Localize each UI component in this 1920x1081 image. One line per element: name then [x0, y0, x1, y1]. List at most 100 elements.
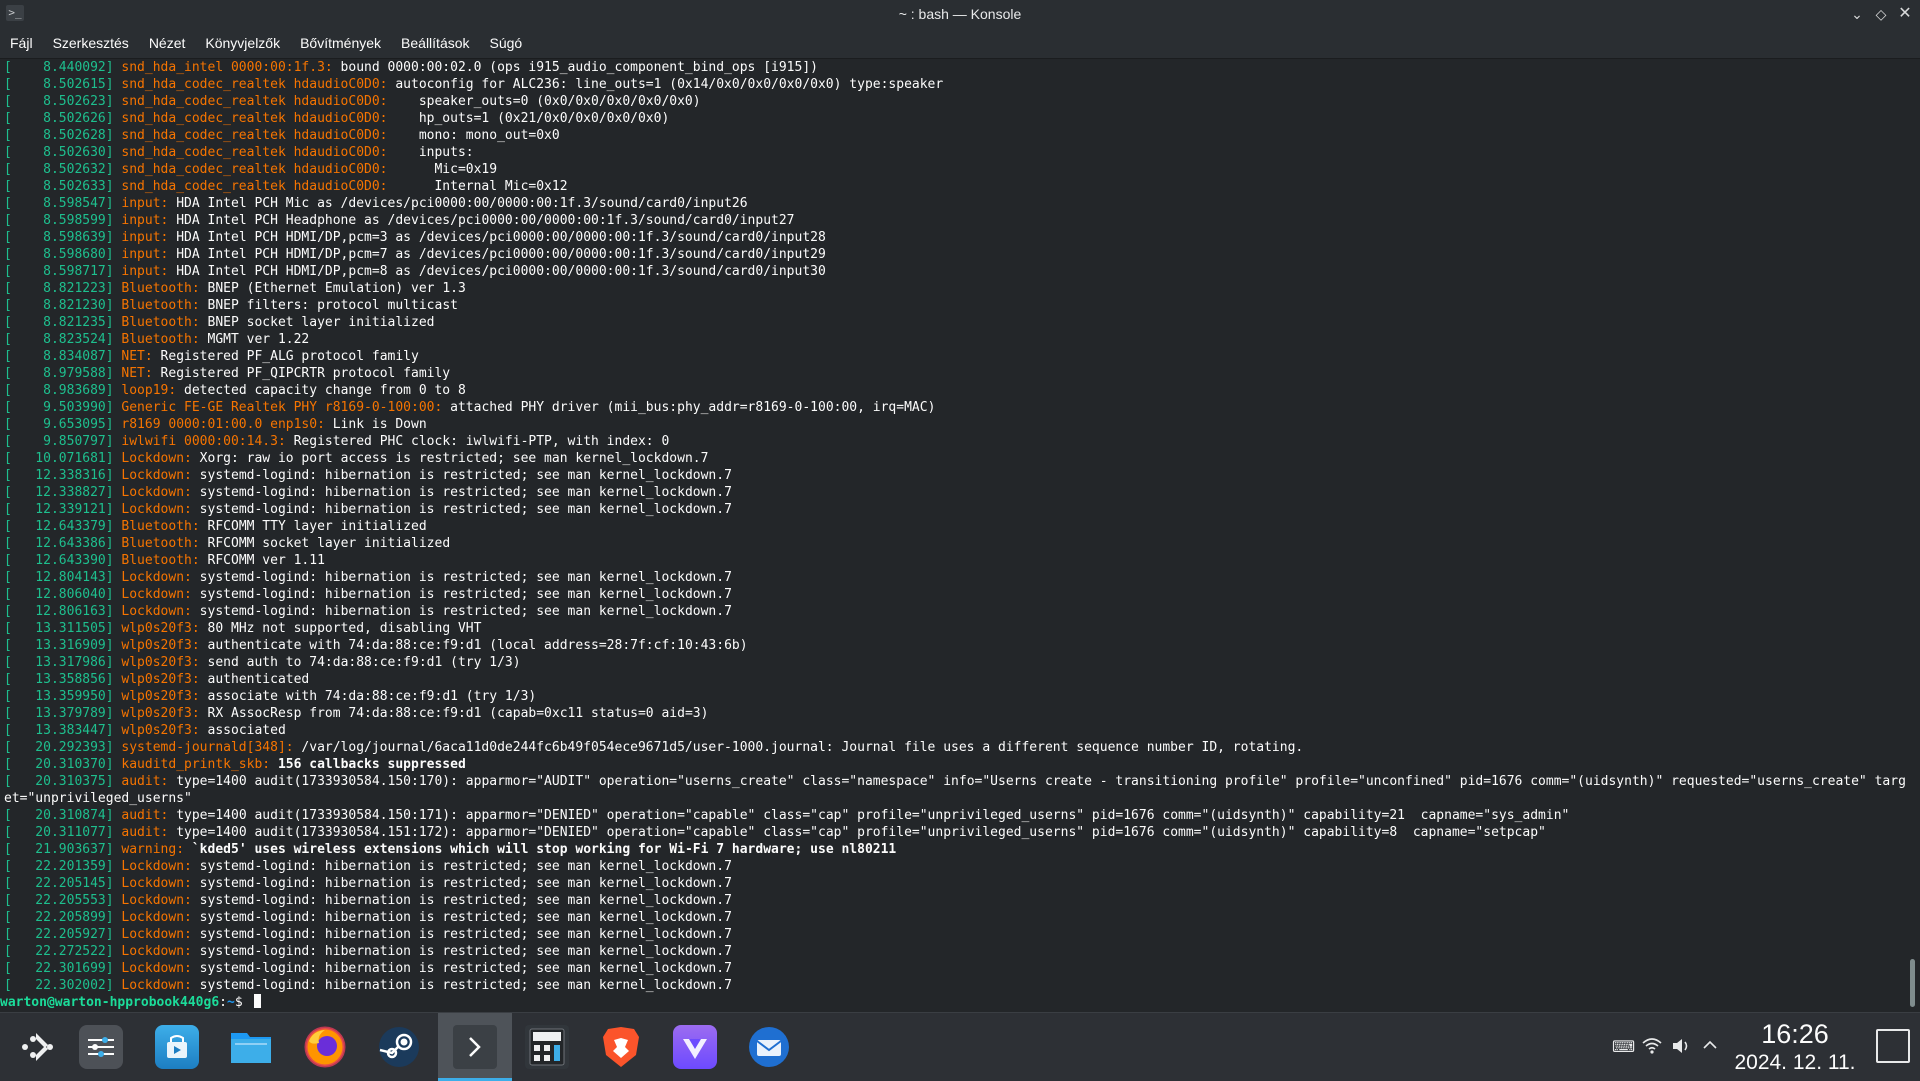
terminal-line: [ 13.316909] wlp0s20f3: authenticate wit… [4, 637, 1906, 654]
line-facility: audit: [121, 808, 169, 823]
line-bracket: ] [105, 808, 122, 823]
scrollbar-thumb[interactable] [1910, 959, 1915, 1007]
line-facility: Lockdown: [121, 978, 192, 993]
line-message: RX AssocResp from 74:da:88:ce:f9:d1 (cap… [199, 706, 709, 721]
menu-edit[interactable]: Szerkesztés [43, 28, 139, 58]
line-facility: wlp0s20f3: [121, 706, 200, 721]
line-timestamp: 8.502628 [11, 128, 106, 143]
task-firefox[interactable] [288, 1013, 362, 1081]
line-bracket: ] [105, 570, 122, 585]
line-facility: wlp0s20f3: [121, 689, 200, 704]
line-bracket: [ [4, 162, 12, 177]
task-discover[interactable] [140, 1013, 214, 1081]
line-message: associated [199, 723, 286, 738]
terminal-line: [ 13.379789] wlp0s20f3: RX AssocResp fro… [4, 705, 1906, 722]
line-facility: Lockdown: [121, 876, 192, 891]
task-dolphin[interactable] [214, 1013, 288, 1081]
line-bracket: ] [105, 723, 122, 738]
terminal-line: [ 8.598547] input: HDA Intel PCH Mic as … [4, 195, 1906, 212]
line-message: bound 0000:00:02.0 (ops i915_audio_compo… [332, 60, 818, 75]
line-timestamp: 8.502623 [11, 94, 106, 109]
line-facility: input: [121, 230, 169, 245]
line-timestamp: 13.379789 [11, 706, 106, 721]
line-message: HDA Intel PCH HDMI/DP,pcm=8 as /devices/… [168, 264, 826, 279]
line-timestamp: 22.205145 [11, 876, 106, 891]
line-bracket: [ [4, 638, 12, 653]
terminal-line: [ 8.440092] snd_hda_intel 0000:00:1f.3: … [4, 59, 1906, 76]
line-timestamp: 12.804143 [11, 570, 106, 585]
minimize-button[interactable]: ⌄ [1846, 4, 1868, 24]
line-timestamp: 20.311077 [11, 825, 106, 840]
line-bracket: ] [105, 349, 122, 364]
terminal-output[interactable]: [ 8.440092] snd_hda_intel 0000:00:1f.3: … [0, 59, 1906, 1012]
terminal-line: [ 12.806040] Lockdown: systemd-logind: h… [4, 586, 1906, 603]
line-bracket: [ [4, 281, 12, 296]
line-facility: NET: [121, 366, 153, 381]
shell-prompt[interactable]: warton@warton-hpprobook440g6:~$ [0, 994, 1906, 1011]
line-bracket: ] [105, 417, 122, 432]
line-message: HDA Intel PCH Headphone as /devices/pci0… [168, 213, 795, 228]
clock-date[interactable]: 2024. 12. 11. [1720, 1051, 1870, 1075]
line-bracket: [ [4, 502, 12, 517]
line-bracket: [ [4, 927, 12, 942]
task-protonvpn[interactable] [658, 1013, 732, 1081]
line-facility: kauditd_printk_skb: [121, 757, 271, 772]
line-facility: audit: [121, 825, 169, 840]
terminal-line: [ 8.979588] NET: Registered PF_QIPCRTR p… [4, 365, 1906, 382]
volume-icon[interactable] [1670, 1037, 1692, 1059]
keyboard-layout-icon[interactable]: ⌨ [1612, 1037, 1635, 1059]
clock-time[interactable]: 16:26 [1720, 1019, 1870, 1050]
line-bracket: [ [4, 77, 12, 92]
line-timestamp: 8.598639 [11, 230, 106, 245]
task-thunderbird[interactable] [732, 1013, 806, 1081]
line-bracket: ] [105, 706, 122, 721]
line-message: systemd-logind: hibernation is restricte… [191, 893, 732, 908]
line-timestamp: 12.643386 [11, 536, 106, 551]
tray-expand-arrow-icon[interactable] [1699, 1037, 1721, 1059]
close-button[interactable]: ✕ [1894, 4, 1916, 24]
line-message: systemd-logind: hibernation is restricte… [191, 587, 732, 602]
show-desktop-button[interactable] [1876, 1029, 1910, 1063]
menu-bookmarks[interactable]: Könyvjelzők [195, 28, 290, 58]
terminal-line: [ 9.503990] Generic FE-GE Realtek PHY r8… [4, 399, 1906, 416]
line-bracket: ] [105, 230, 122, 245]
terminal-line: [ 12.338827] Lockdown: systemd-logind: h… [4, 484, 1906, 501]
line-message: Link is Down [324, 417, 427, 432]
menu-view[interactable]: Nézet [139, 28, 196, 58]
menu-help[interactable]: Súgó [480, 28, 533, 58]
menu-file[interactable]: Fájl [0, 28, 43, 58]
title-bar[interactable]: >_ ~ : bash — Konsole ⌄ ◇ ✕ [0, 0, 1920, 28]
terminal-line: [ 22.205927] Lockdown: systemd-logind: h… [4, 926, 1906, 943]
maximize-button[interactable]: ◇ [1870, 4, 1892, 24]
menu-settings[interactable]: Beállítások [391, 28, 479, 58]
line-bracket: [ [4, 298, 12, 313]
wifi-icon[interactable] [1641, 1037, 1663, 1059]
line-bracket: [ [4, 655, 12, 670]
line-bracket: [ [4, 179, 12, 194]
line-message: 80 MHz not supported, disabling VHT [199, 621, 482, 636]
line-message: RFCOMM ver 1.11 [199, 553, 325, 568]
line-timestamp: 12.643390 [11, 553, 106, 568]
task-steam[interactable] [362, 1013, 436, 1081]
application-launcher-icon [22, 1033, 53, 1061]
terminal-line: [ 22.301699] Lockdown: systemd-logind: h… [4, 960, 1906, 977]
line-message: systemd-logind: hibernation is restricte… [191, 944, 732, 959]
line-bracket: [ [4, 196, 12, 211]
line-message: Mic=0x19 [387, 162, 498, 177]
terminal-line: [ 8.598680] input: HDA Intel PCH HDMI/DP… [4, 246, 1906, 263]
line-bracket: ] [105, 315, 122, 330]
line-bracket: ] [105, 485, 122, 500]
task-konsole[interactable] [438, 1013, 512, 1081]
line-bracket: ] [105, 621, 122, 636]
terminal-scrollbar[interactable] [1906, 59, 1920, 1012]
line-facility: warning: [121, 842, 185, 857]
task-system-settings[interactable] [64, 1013, 138, 1081]
line-message: systemd-logind: hibernation is restricte… [191, 876, 732, 891]
line-bracket: ] [105, 893, 122, 908]
steam-icon [377, 1025, 421, 1069]
task-brave[interactable] [584, 1013, 658, 1081]
application-launcher[interactable] [0, 1013, 74, 1081]
menu-plugins[interactable]: Bővítmények [290, 28, 391, 58]
line-message: Registered PF_QIPCRTR protocol family [152, 366, 451, 381]
task-calculator[interactable] [510, 1013, 584, 1081]
